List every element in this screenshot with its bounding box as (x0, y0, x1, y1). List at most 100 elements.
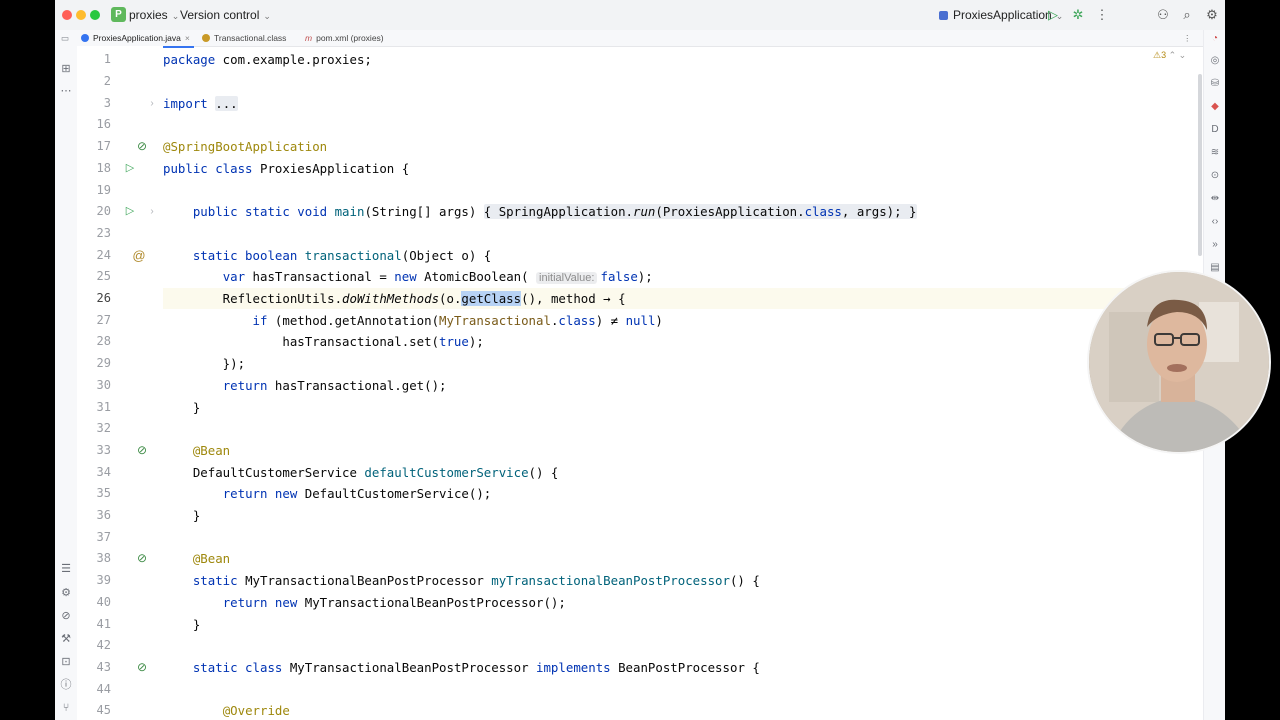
endpoints-icon[interactable]: ⊙ (1207, 169, 1223, 183)
line-number: 20 (96, 204, 111, 219)
chevron-up-icon[interactable]: ⌃ (1169, 50, 1177, 60)
code-line: DefaultCustomerService defaultCustomerSe… (163, 464, 559, 480)
code-line: @Bean (192, 551, 231, 567)
annotation-usage-icon[interactable]: @ (130, 245, 148, 267)
code-editor[interactable]: package com.example.proxies; import ... … (163, 46, 1195, 720)
warning-icon: ⚠ (1153, 50, 1162, 60)
d-tool-icon[interactable]: D (1207, 123, 1223, 137)
inlay-hint: initialValue: (536, 272, 598, 285)
line-number: 32 (96, 421, 111, 436)
code-line: } (163, 399, 201, 415)
services-icon[interactable]: ⚙ (58, 586, 74, 600)
code-line: var hasTransactional = new AtomicBoolean… (222, 269, 653, 285)
code-line: @Override (222, 703, 290, 719)
chevron-down-icon[interactable]: ⌄ (1179, 50, 1187, 60)
terminal-icon[interactable]: ⊡ (58, 655, 74, 669)
fold-expand-icon[interactable]: › (143, 93, 161, 115)
line-number: 29 (96, 356, 111, 371)
notifications-icon[interactable]: ◔ (1207, 32, 1223, 46)
code-line: hasTransactional.set(true); (163, 334, 484, 350)
text-selection: getClass (461, 291, 522, 306)
run-icon[interactable]: ▷ (1045, 7, 1061, 23)
run-config-label: ProxiesApplication (953, 8, 1052, 22)
line-number: 45 (96, 703, 111, 718)
line-number: 36 (96, 508, 111, 522)
line-number: 30 (96, 377, 111, 392)
debug-icon[interactable]: ✲ (1070, 7, 1086, 23)
minimize-window-button[interactable] (76, 10, 86, 20)
structure-icon[interactable]: ⊞ (58, 62, 74, 76)
search-icon[interactable]: ⌕ (1179, 7, 1195, 23)
problems-list-icon[interactable]: ⓘ (58, 678, 74, 692)
line-number: 19 (96, 182, 111, 197)
project-badge: P (111, 7, 126, 22)
plugin-icon[interactable]: ◆ (1207, 100, 1223, 114)
tabs-more-icon[interactable]: ⋮ (1183, 30, 1192, 46)
tab-pom-xml[interactable]: m pom.xml (proxies) (305, 30, 384, 46)
tab-transactional-class[interactable]: Transactional.class (202, 30, 286, 46)
code-line: static MyTransactionalBeanPostProcessor … (192, 573, 760, 589)
more-tools-icon[interactable]: ⋯ (58, 84, 74, 98)
line-number: 41 (96, 616, 111, 631)
annotation-class-icon (202, 34, 210, 42)
todo-icon[interactable]: ☰ (58, 562, 74, 576)
presenter-photo (1089, 272, 1269, 452)
settings-icon[interactable]: ⚙ (1204, 7, 1220, 23)
code-line: @Bean (192, 442, 231, 458)
line-number: 40 (96, 594, 111, 609)
spring-bean-icon[interactable]: ⊘ (133, 136, 151, 158)
git-icon[interactable]: ⑂ (58, 701, 74, 715)
editor-tab-bar: ▭ ProxiesApplication.java × Transactional… (55, 30, 1225, 48)
line-number: 34 (96, 464, 111, 479)
java-class-icon (81, 34, 89, 42)
editor-gutter: 1 2 3 16 17 18 19 20 23 24 25 26 27 28 2… (77, 46, 163, 720)
zoom-window-button[interactable] (90, 10, 100, 20)
line-number: 16 (96, 117, 111, 132)
line-number: 27 (96, 312, 111, 327)
tab-label: ProxiesApplication.java (93, 33, 181, 43)
line-number: 3 (103, 95, 111, 110)
link-icon[interactable]: ⇹ (1207, 192, 1223, 206)
code-icon[interactable]: ‹› (1207, 215, 1223, 229)
database-icon[interactable]: ⛁ (1207, 77, 1223, 91)
layers-icon[interactable]: ≋ (1207, 146, 1223, 160)
close-window-button[interactable] (62, 10, 72, 20)
project-selector[interactable]: proxies ⌄ (129, 7, 179, 23)
tab-label: Transactional.class (214, 33, 287, 43)
code-line: public class ProxiesApplication { (163, 160, 410, 176)
folder-icon[interactable]: ▭ (61, 30, 73, 46)
line-number: 1 (103, 52, 111, 67)
line-number: 43 (96, 659, 111, 674)
fold-expand-icon[interactable]: › (143, 201, 161, 223)
code-line: static class MyTransactionalBeanPostProc… (192, 659, 760, 675)
problems-icon[interactable]: ⊘ (58, 609, 74, 623)
run-main-icon[interactable]: ▷ (121, 201, 139, 223)
title-bar: P proxies ⌄ Version control ⌄ ProxiesAppli… (55, 0, 1225, 31)
build-icon[interactable]: ⚒ (58, 632, 74, 646)
warning-count: 3 (1161, 50, 1167, 60)
vcs-label: Version control (180, 8, 260, 22)
line-number: 38 (96, 551, 111, 566)
line-number: 42 (96, 638, 111, 653)
ai-assistant-icon[interactable]: ◎ (1207, 54, 1223, 68)
inspection-widget[interactable]: ⚠3 ⌃ ⌄ (1153, 50, 1186, 61)
code-line: public static void main(String[] args) {… (192, 204, 917, 220)
spring-bean-icon[interactable]: ⊘ (133, 548, 151, 570)
close-icon[interactable]: × (185, 33, 190, 43)
chevron-down-icon: ⌄ (263, 11, 271, 21)
line-number: 23 (96, 225, 111, 240)
vertical-scrollbar[interactable] (1198, 74, 1202, 256)
spring-bean-icon[interactable]: ⊘ (133, 657, 151, 679)
line-number: 33 (96, 442, 111, 457)
run-class-icon[interactable]: ▷ (121, 158, 139, 180)
spring-bean-icon[interactable]: ⊘ (133, 440, 151, 462)
vcs-selector[interactable]: Version control ⌄ (180, 7, 271, 23)
account-icon[interactable]: ⚇ (1155, 7, 1171, 23)
code-line: static boolean transactional(Object o) { (192, 247, 492, 263)
gradle-icon[interactable]: » (1207, 238, 1223, 252)
line-number: 24 (96, 247, 111, 262)
code-line: return new MyTransactionalBeanPostProces… (222, 594, 566, 610)
maven-tool-icon[interactable]: ▤ (1207, 261, 1223, 275)
more-icon[interactable]: ⋮ (1094, 7, 1110, 23)
code-line: import ... (163, 95, 238, 111)
